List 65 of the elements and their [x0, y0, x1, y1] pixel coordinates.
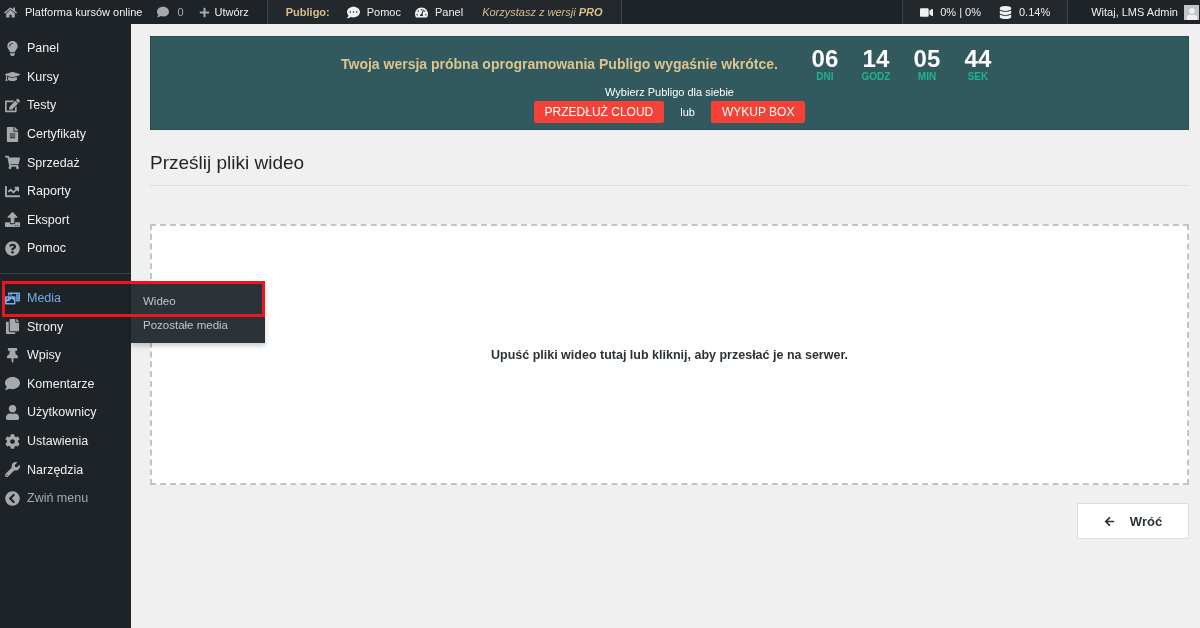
database-icon — [999, 5, 1012, 19]
countdown-unit: DNI — [816, 71, 834, 82]
collapse-menu-button[interactable]: Zwiń menu — [0, 483, 131, 513]
countdown-value: 44 — [964, 46, 992, 71]
chat-icon — [346, 5, 360, 19]
sidebar-menu-item[interactable]: Eksport — [0, 205, 131, 235]
sidebar-menu-item[interactable]: Media — [0, 283, 131, 313]
pin-icon — [5, 347, 20, 363]
back-button[interactable]: Wróć — [1077, 503, 1189, 539]
countdown-unit: MIN — [917, 71, 937, 82]
sidebar-menu-item[interactable]: Kursy — [0, 62, 131, 92]
plugin-menu-link[interactable]: Pomoc — [339, 5, 408, 19]
arrow-left-icon — [1103, 515, 1115, 527]
purchase-button[interactable]: WYKUP BOX — [710, 101, 806, 123]
countdown-unit: SEK — [967, 71, 989, 82]
comment-icon — [5, 376, 20, 392]
trial-prompt: Wybierz Publigo dla siebie — [605, 85, 734, 99]
cart-icon — [5, 155, 20, 171]
user-icon — [5, 404, 20, 420]
help-icon — [5, 240, 20, 256]
or-separator: lub — [680, 106, 695, 118]
sidebar-menu-item[interactable]: Certyfikaty — [0, 119, 131, 149]
sidebar-menu-item[interactable]: Komentarze — [0, 369, 131, 399]
sidebar-menu-item[interactable]: Wpisy — [0, 340, 131, 370]
sidebar-menu-item[interactable]: Testy — [0, 91, 131, 120]
wrench-icon — [5, 462, 20, 478]
lightbulb-icon — [5, 40, 20, 56]
sidebar-menu-item[interactable]: Ustawienia — [0, 426, 131, 456]
usage-stat: 0% | 0% — [920, 5, 981, 19]
document-icon — [5, 126, 20, 142]
sidebar-menu-item[interactable]: Sprzedaż — [0, 148, 131, 177]
new-content-link[interactable]: Utwórz — [190, 0, 267, 24]
home-icon — [4, 5, 17, 19]
circle-chevron-left-icon — [5, 490, 20, 506]
account-menu[interactable]: Witaj, LMS Admin — [1068, 0, 1200, 24]
usage-stat: 0.14% — [999, 5, 1051, 19]
plus-icon — [198, 6, 210, 18]
plugin-label: Publigo: — [285, 6, 330, 18]
site-name-link[interactable]: Platforma kursów online — [0, 0, 150, 24]
countdown-value: 06 — [811, 46, 839, 71]
sidebar-menu-item[interactable]: Pomoc — [0, 234, 131, 263]
countdown-unit: GODZ — [861, 71, 891, 82]
page-title: Prześlij pliki wideo — [150, 151, 306, 175]
video-camera-icon — [920, 5, 934, 19]
gauge-icon — [415, 5, 428, 19]
sidebar-menu-item[interactable]: Raporty — [0, 176, 131, 206]
trial-message: Twoja wersja próbna oprogramowania Publigo wygaśnie wkrótce. — [341, 56, 778, 72]
comment-icon — [157, 6, 170, 18]
media-icon — [5, 290, 20, 306]
settings-icon — [5, 433, 20, 449]
plugin-menu-link[interactable]: Panel — [408, 5, 471, 19]
countdown-value: 05 — [913, 46, 941, 71]
pages-icon — [5, 319, 20, 335]
avatar-icon — [1184, 4, 1199, 20]
sidebar-menu-item[interactable]: Użytkownicy — [0, 398, 131, 427]
sidebar-menu-item[interactable]: Panel — [0, 34, 131, 63]
upload-icon — [5, 212, 20, 228]
comments-link[interactable]: 0 — [149, 0, 191, 24]
countdown-value: 14 — [862, 46, 890, 71]
license-note: Korzystasz z wersji PRO — [482, 6, 603, 18]
line-chart-icon — [5, 183, 20, 199]
edit-icon — [5, 98, 20, 113]
sidebar-menu-item[interactable]: Narzędzia — [0, 455, 131, 484]
sidebar-menu-item[interactable]: Strony — [0, 312, 131, 341]
purchase-button[interactable]: PRZEDŁUŻ CLOUD — [533, 101, 665, 123]
